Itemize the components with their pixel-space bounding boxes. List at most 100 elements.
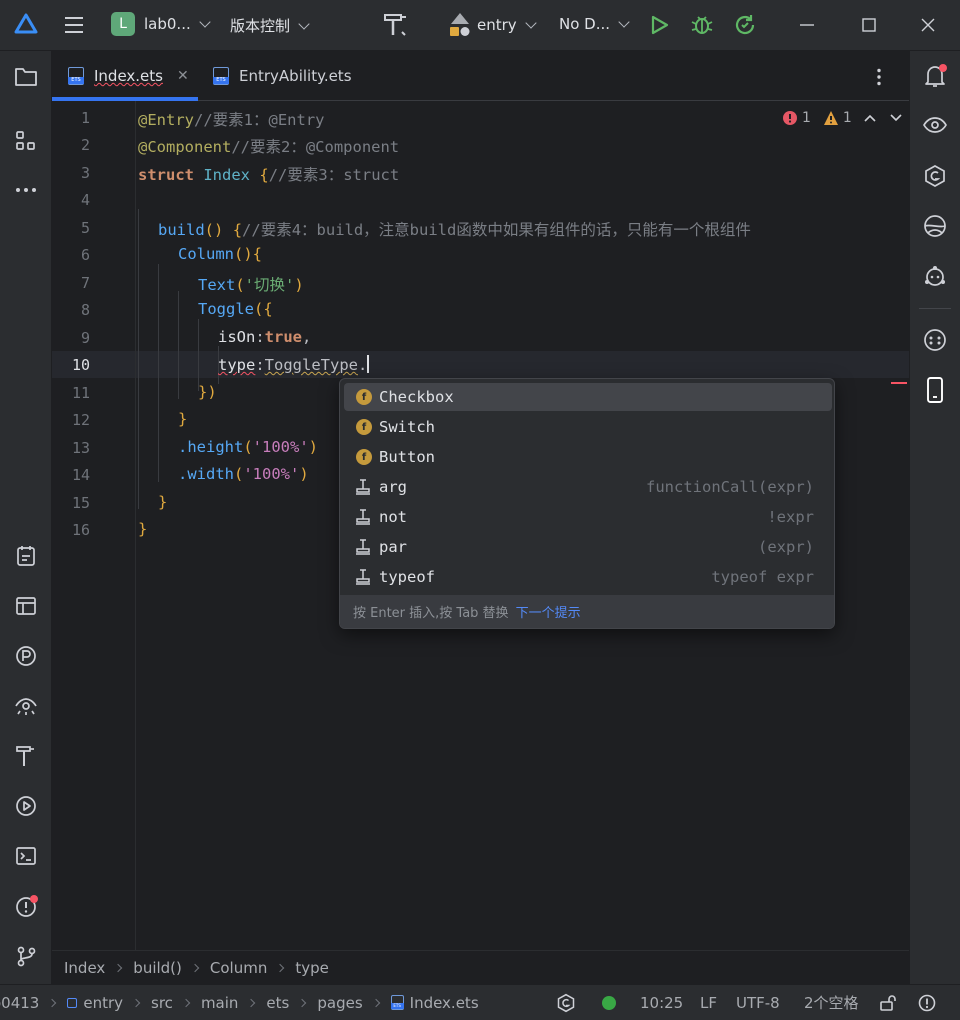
path-item[interactable]: pages [317, 994, 362, 1012]
completion-item[interactable]: par (expr) [344, 533, 832, 561]
tab-more-icon[interactable] [876, 68, 882, 90]
breadcrumb-item[interactable]: Column [210, 959, 267, 977]
indent-guide [158, 264, 159, 482]
error-stripe-mark[interactable] [891, 382, 907, 384]
module-selector[interactable]: entry [449, 12, 537, 38]
indent-setting[interactable]: 2个空格 [804, 985, 859, 1020]
device-name: No D... [559, 15, 611, 33]
unlock-icon[interactable] [879, 985, 897, 1020]
path-item[interactable]: o0413 [0, 994, 39, 1012]
line-number: 16 [71, 521, 90, 539]
run-window-icon[interactable] [12, 792, 40, 820]
code-line: Text('切换') [198, 276, 304, 294]
project-badge: L [111, 12, 135, 36]
close-tab-icon[interactable]: ✕ [177, 68, 189, 84]
device-selector[interactable]: No D... [559, 15, 630, 33]
line-number: 14 [71, 466, 90, 484]
caret-position[interactable]: 10:25 [640, 985, 683, 1020]
structure-icon[interactable] [12, 127, 40, 155]
close-window-button[interactable] [921, 18, 935, 32]
run-icon[interactable] [648, 14, 670, 36]
path-item[interactable]: main [201, 994, 238, 1012]
build-hammer-icon[interactable] [382, 11, 410, 39]
codegenie-status-icon[interactable] [556, 985, 576, 1020]
divider [919, 308, 951, 309]
status-ok-dot[interactable] [602, 985, 616, 1020]
chevron-down-icon [298, 17, 310, 30]
module-icon [450, 13, 470, 36]
device-phone-icon[interactable] [921, 376, 949, 404]
title-bar: L lab0... 版本控制 entry No D... [0, 0, 960, 51]
error-icon [783, 111, 797, 125]
module-square-icon [67, 997, 78, 1008]
device-manager-icon[interactable] [921, 212, 949, 240]
previewer-eye-icon[interactable] [921, 111, 949, 139]
code-line-current: type:ToggleType. [218, 355, 370, 374]
profiler-icon[interactable] [12, 642, 40, 670]
breadcrumb-item[interactable]: build() [133, 959, 182, 977]
chevron-up-icon[interactable] [864, 114, 876, 122]
chevron-down-icon[interactable] [890, 114, 902, 122]
line-number: 2 [80, 136, 90, 154]
file-encoding[interactable]: UTF-8 [736, 985, 780, 1020]
tab-index-ets[interactable]: ETS Index.ets ✕ [68, 51, 189, 101]
path-item[interactable]: ets [266, 994, 289, 1012]
chevron-right-icon [371, 998, 380, 1007]
folder-icon[interactable] [12, 63, 40, 91]
codegenie-icon[interactable] [921, 162, 949, 190]
completion-item[interactable]: arg functionCall(expr) [344, 473, 832, 501]
assistant-icon[interactable] [921, 262, 949, 290]
path-item[interactable]: Index.ets [410, 994, 479, 1012]
todo-icon[interactable] [12, 542, 40, 570]
line-separator[interactable]: LF [700, 985, 717, 1020]
terminal-icon[interactable] [12, 842, 40, 870]
completion-item[interactable]: not !expr [344, 503, 832, 531]
minimize-button[interactable] [800, 24, 814, 26]
maximize-button[interactable] [862, 18, 876, 32]
status-bar: o0413 entry src main ets pages ETS Index… [0, 984, 960, 1020]
project-selector[interactable]: L lab0... [111, 12, 211, 36]
next-tip-link[interactable]: 下一个提示 [516, 602, 581, 621]
apply-changes-icon[interactable] [733, 13, 757, 37]
breadcrumb-item[interactable]: type [295, 959, 329, 977]
tab-label: EntryAbility.ets [239, 67, 352, 85]
code-line: @Entry//要素1：@Entry [138, 111, 325, 129]
notifications-icon[interactable] [921, 62, 949, 90]
line-number: 8 [80, 301, 90, 319]
breadcrumb: Index build() Column type [52, 950, 909, 984]
completion-item[interactable]: f Button [344, 443, 832, 471]
chevron-down-icon [525, 17, 537, 29]
build-icon[interactable] [12, 742, 40, 770]
vcs-menu[interactable]: 版本控制 [230, 15, 310, 36]
preview-eye-icon[interactable] [12, 692, 40, 720]
layout-icon[interactable] [12, 592, 40, 620]
completion-item[interactable]: f Checkbox [344, 383, 832, 411]
completion-item[interactable]: f Switch [344, 413, 832, 441]
error-count: 1 [802, 110, 811, 126]
problems-icon[interactable] [12, 892, 40, 920]
debug-icon[interactable] [690, 13, 714, 37]
path-item[interactable]: entry [83, 994, 123, 1012]
indent-guide [138, 209, 139, 509]
completion-item[interactable]: typeof typeof expr [344, 563, 832, 591]
editor-tab-bar: ETS Index.ets ✕ ETS EntryAbility.ets [52, 51, 909, 101]
main-menu-icon[interactable] [63, 14, 85, 36]
warning-icon [823, 111, 838, 125]
line-number: 13 [71, 439, 90, 457]
emulator-icon[interactable] [921, 326, 949, 354]
chevron-right-icon [114, 963, 123, 972]
line-number: 11 [71, 384, 90, 402]
code-line: } [138, 520, 148, 538]
problems-status-icon[interactable] [918, 985, 936, 1020]
warning-count: 1 [842, 110, 852, 126]
app-logo-icon[interactable] [14, 12, 38, 36]
more-tools-icon[interactable] [12, 176, 40, 204]
version-control-icon[interactable] [12, 942, 40, 970]
breadcrumb-item[interactable]: Index [64, 959, 105, 977]
path-item[interactable]: src [151, 994, 173, 1012]
inspection-widget[interactable]: 1 1 [782, 110, 902, 126]
tab-entryability-ets[interactable]: ETS EntryAbility.ets [213, 51, 352, 101]
left-tool-strip [0, 51, 52, 984]
code-line: .height('100%') [178, 438, 319, 456]
code-line: } [178, 410, 188, 428]
